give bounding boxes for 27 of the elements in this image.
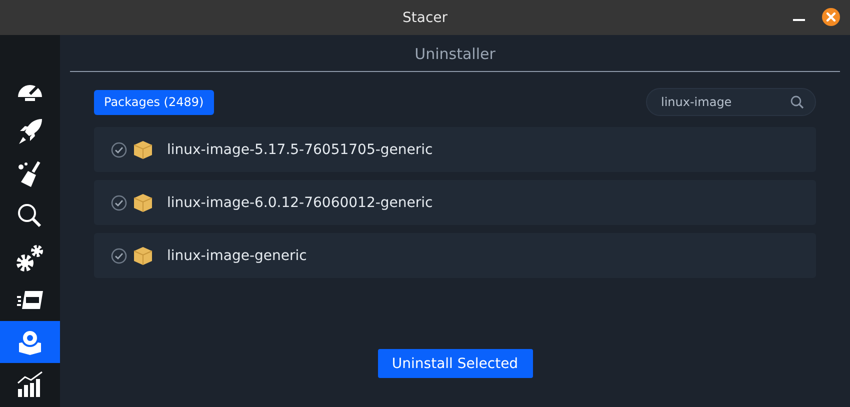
- package-disc-icon: [17, 328, 43, 356]
- page-title: Uninstaller: [414, 44, 496, 65]
- checkbox[interactable]: [111, 248, 127, 264]
- package-row[interactable]: linux-image-5.17.5-76051705-generic: [94, 127, 816, 172]
- magnifier-icon: [17, 203, 43, 229]
- checkbox[interactable]: [111, 194, 127, 210]
- package-row[interactable]: linux-image-generic: [94, 233, 816, 278]
- broom-icon: [17, 160, 43, 188]
- search-field[interactable]: linux-image: [646, 88, 816, 116]
- package-box-icon: [133, 192, 153, 212]
- minimize-icon[interactable]: [793, 18, 805, 22]
- bar-chart-icon: [16, 371, 44, 397]
- package-box-icon: [133, 140, 153, 160]
- search-icon: [790, 95, 804, 109]
- package-box-icon: [133, 246, 153, 266]
- gears-icon: [16, 244, 44, 272]
- package-row[interactable]: linux-image-6.0.12-76060012-generic: [94, 180, 816, 225]
- window-stack-icon: [16, 289, 44, 311]
- rocket-icon: [17, 118, 43, 146]
- close-icon[interactable]: [822, 8, 840, 26]
- package-name: linux-image-6.0.12-76060012-generic: [167, 194, 433, 210]
- checkbox[interactable]: [111, 142, 127, 158]
- package-name: linux-image-5.17.5-76051705-generic: [167, 142, 433, 158]
- window-title: Stacer: [402, 10, 448, 26]
- package-name: linux-image-generic: [167, 248, 307, 264]
- packages-tab[interactable]: Packages (2489): [94, 90, 214, 114]
- uninstall-button[interactable]: Uninstall Selected: [378, 349, 532, 378]
